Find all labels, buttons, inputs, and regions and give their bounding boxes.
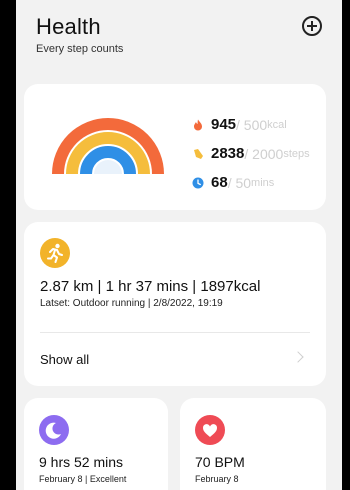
calories-stat: 945 / 500 kcal [192, 110, 324, 139]
sleep-detail: February 8 | Excellent [39, 474, 127, 484]
activity-summary: 2.87 km | 1 hr 37 mins | 1897kcal [40, 278, 261, 295]
moon-icon [39, 415, 69, 445]
health-screen: Health Every step counts 945 / 500 kcal [16, 0, 342, 490]
clock-icon [192, 177, 204, 188]
chevron-right-icon[interactable] [292, 351, 304, 363]
flame-icon [194, 119, 202, 130]
goal-stats: 945 / 500 kcal 2838 / 2000 steps 68 / 50 [192, 110, 324, 197]
heart-rate-card[interactable]: 70 BPM February 8 [180, 398, 326, 490]
steps-current: 2838 [211, 145, 245, 162]
latest-activity-card[interactable]: 2.87 km | 1 hr 37 mins | 1897kcal Latset… [24, 222, 326, 386]
ring-center [94, 160, 122, 174]
add-icon[interactable] [302, 16, 322, 36]
steps-unit: steps [283, 147, 310, 160]
calories-goal: / 500 [236, 116, 268, 133]
page-header: Health Every step counts [36, 14, 326, 64]
minutes-stat: 68 / 50 mins [192, 168, 324, 197]
activity-rings-chart [52, 118, 164, 175]
page-subtitle: Every step counts [36, 43, 124, 55]
minutes-unit: mins [251, 176, 275, 189]
show-all-link[interactable]: Show all [40, 352, 89, 367]
activity-rings-card[interactable]: 945 / 500 kcal 2838 / 2000 steps 68 / 50 [24, 84, 326, 210]
calories-current: 945 [211, 116, 237, 133]
divider [40, 332, 310, 333]
steps-stat: 2838 / 2000 steps [192, 139, 324, 168]
heart-rate-detail: February 8 [195, 474, 239, 484]
running-icon [40, 238, 70, 268]
activity-latest: Latset: Outdoor running | 2/8/2022, 19:1… [40, 298, 223, 309]
minutes-current: 68 [211, 174, 228, 191]
steps-goal: / 2000 [244, 145, 284, 162]
minutes-goal: / 50 [227, 174, 252, 191]
page-title: Health [36, 14, 101, 39]
heart-icon [195, 415, 225, 445]
steps-icon [194, 148, 203, 159]
sleep-card[interactable]: 9 hrs 52 mins February 8 | Excellent [24, 398, 168, 490]
heart-rate-value: 70 BPM [195, 454, 245, 470]
calories-unit: kcal [267, 118, 287, 131]
sleep-duration: 9 hrs 52 mins [39, 454, 124, 470]
